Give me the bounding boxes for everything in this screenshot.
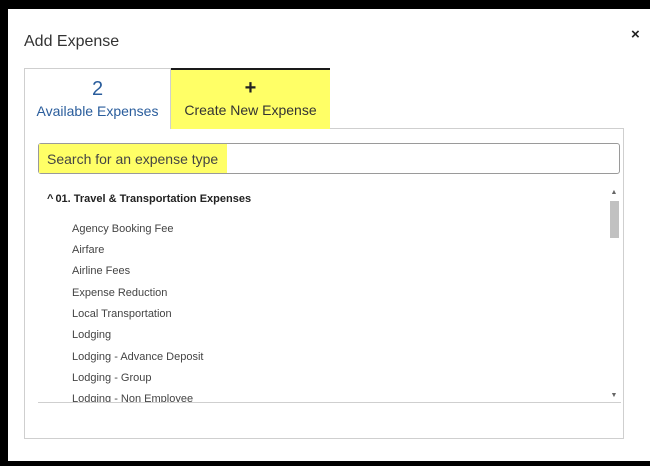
list-item[interactable]: Lodging - Advance Deposit (72, 351, 203, 363)
plus-icon: + (244, 77, 257, 99)
tab-available-expenses[interactable]: 2 Available Expenses (24, 68, 171, 129)
search-input[interactable] (39, 144, 619, 173)
search-field (38, 143, 620, 174)
create-new-expense-label: Create New Expense (184, 102, 317, 118)
available-expenses-count: 2 (91, 78, 104, 100)
list-scrollbar[interactable]: ▲ ▼ (609, 186, 619, 403)
close-icon[interactable]: × (631, 27, 640, 43)
list-item[interactable]: Lodging - Non Employee (72, 393, 193, 402)
list-item[interactable]: Local Transportation (72, 308, 172, 320)
list-item[interactable]: Airfare (72, 244, 104, 256)
available-expenses-label: Available Expenses (36, 103, 159, 119)
expense-type-list: ^ 01. Travel & Transportation Expenses Ag… (38, 186, 621, 403)
list-item[interactable]: Lodging (72, 329, 111, 341)
list-item[interactable]: Airline Fees (72, 265, 130, 277)
dialog-title: Add Expense (24, 33, 120, 50)
expense-group-header[interactable]: ^ 01. Travel & Transportation Expenses (47, 193, 251, 205)
tab-create-new-expense[interactable]: + Create New Expense (171, 68, 330, 129)
list-item[interactable]: Expense Reduction (72, 287, 167, 299)
caret-up-icon: ^ (47, 193, 54, 205)
scroll-thumb[interactable] (610, 201, 619, 238)
list-item[interactable]: Lodging - Group (72, 372, 152, 384)
scroll-up-arrow-icon[interactable]: ▲ (609, 188, 619, 198)
scroll-down-arrow-icon[interactable]: ▼ (609, 391, 619, 401)
list-item[interactable]: Agency Booking Fee (72, 223, 174, 235)
expense-group-label: 01. Travel & Transportation Expenses (55, 193, 252, 205)
